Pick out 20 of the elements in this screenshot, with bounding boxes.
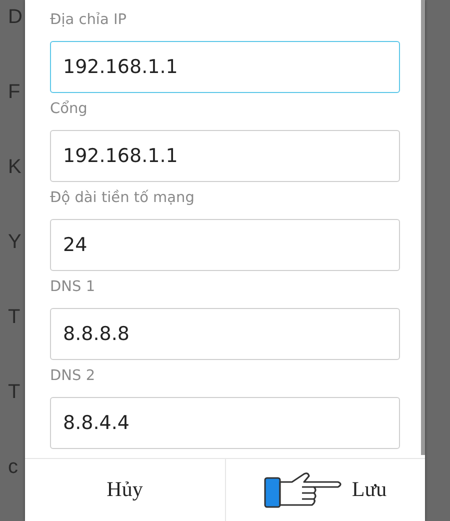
input-field[interactable]: 192.168.1.1 <box>50 41 400 93</box>
list-item-text: D <box>8 5 22 30</box>
list-item-text: Y <box>8 230 22 255</box>
input-field[interactable]: 24 <box>50 219 400 271</box>
list-item-text: c <box>8 455 18 480</box>
scrollbar[interactable] <box>421 0 425 455</box>
input-field[interactable]: 192.168.1.1 <box>50 130 400 182</box>
field-label: DNS 1 <box>50 278 96 297</box>
dialog-button[interactable]: Hủy <box>25 459 224 521</box>
field-label: DNS 2 <box>50 367 96 386</box>
list-item-text: T <box>8 305 20 330</box>
list-item-text: K <box>8 155 22 180</box>
dialog-button[interactable]: Lưu <box>224 459 425 521</box>
field-label: Độ dài tiền tố mạng <box>50 188 194 208</box>
field-label: Địa chỉa IP <box>50 11 126 30</box>
field-label: Cổng <box>50 100 88 119</box>
input-field[interactable]: 8.8.4.4 <box>50 397 400 449</box>
input-field[interactable]: 8.8.8.8 <box>50 308 400 360</box>
list-item-text: F <box>8 80 20 105</box>
list-item-text: T <box>8 380 20 405</box>
